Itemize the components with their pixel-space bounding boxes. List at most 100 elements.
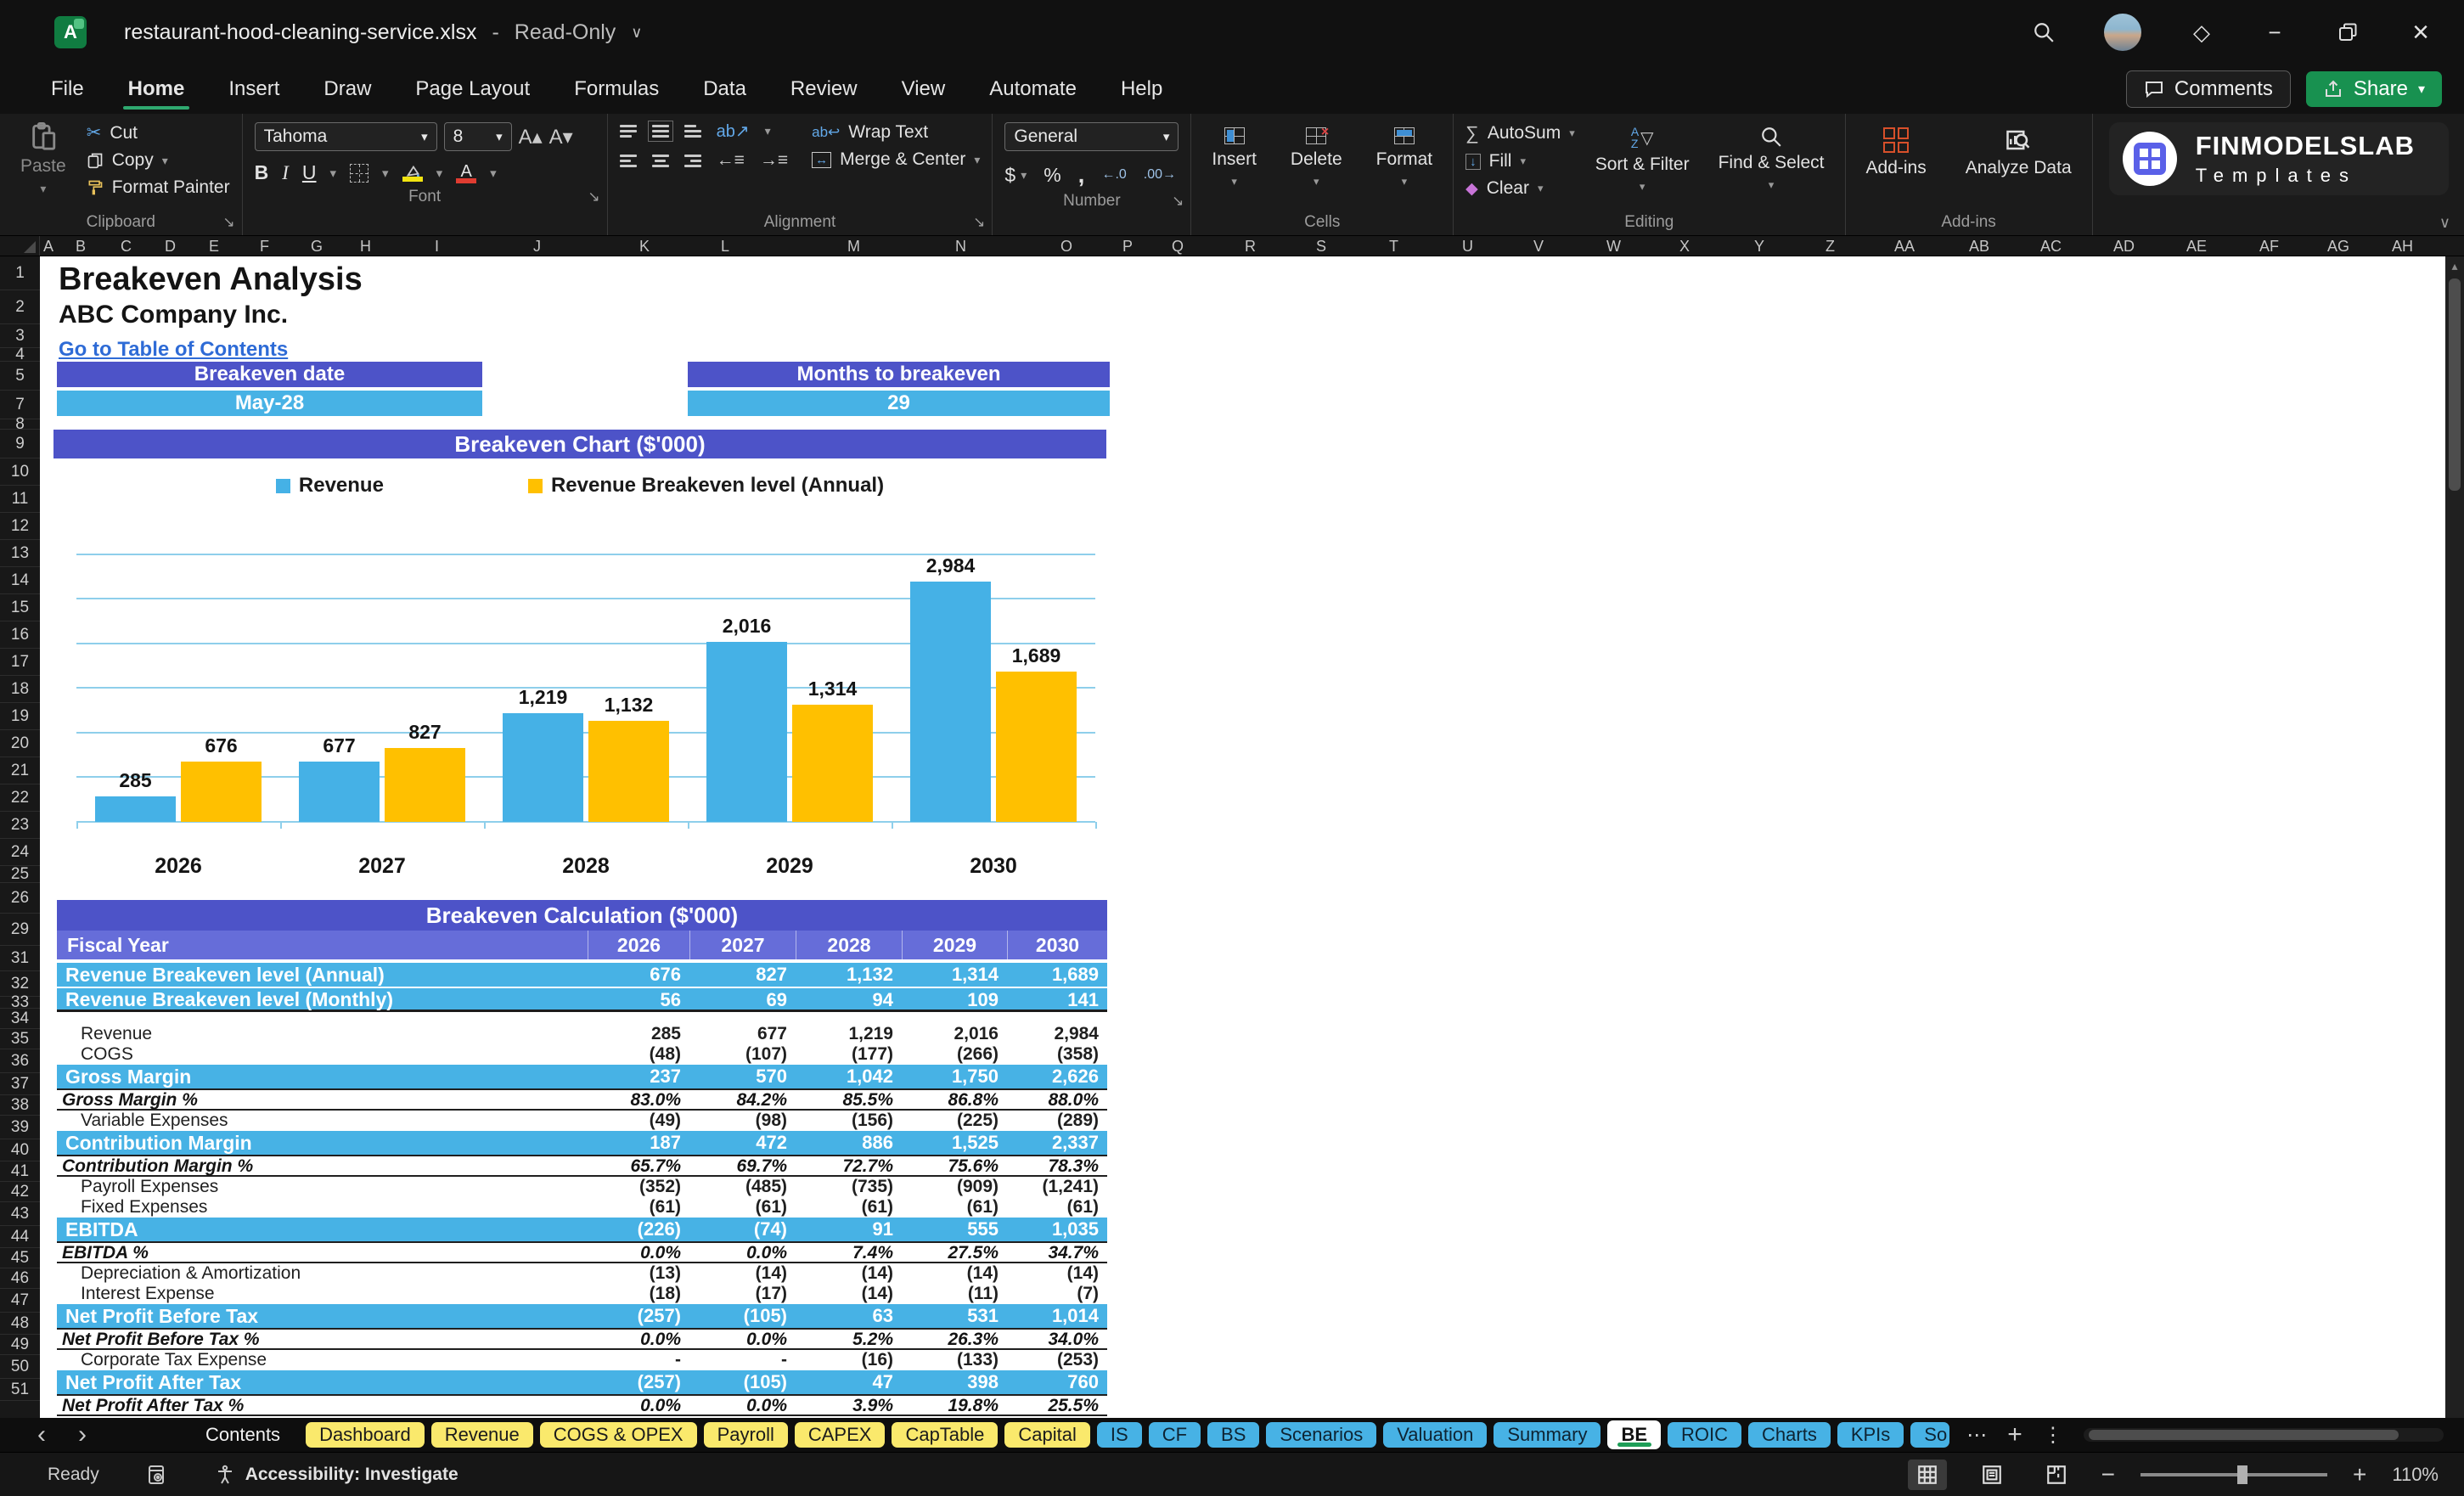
row-header-43[interactable]: 43: [0, 1202, 40, 1226]
column-header-AA[interactable]: AA: [1894, 236, 1915, 256]
row-header-19[interactable]: 19: [0, 703, 40, 730]
fill-color-button[interactable]: [402, 165, 423, 182]
row-header-18[interactable]: 18: [0, 676, 40, 703]
align-top-icon[interactable]: [620, 125, 637, 138]
column-header-A[interactable]: A: [43, 236, 53, 256]
share-button[interactable]: Share ▾: [2306, 71, 2442, 107]
merge-center-button[interactable]: ↔Merge & Center▾: [812, 149, 980, 170]
column-header-F[interactable]: F: [260, 236, 269, 256]
number-format-select[interactable]: General▾: [1004, 122, 1179, 151]
sheet-tab-charts[interactable]: Charts: [1748, 1422, 1831, 1448]
menu-tab-draw[interactable]: Draw: [322, 70, 373, 108]
row-header-51[interactable]: 51: [0, 1379, 40, 1401]
wrap-text-button[interactable]: ab↩Wrap Text: [812, 122, 980, 143]
read-only-label[interactable]: Read-Only: [515, 20, 616, 45]
more-sheets-icon[interactable]: ⋯: [1966, 1423, 1987, 1448]
paste-button[interactable]: Paste ▾: [12, 119, 75, 200]
percent-style-button[interactable]: %: [1044, 164, 1060, 187]
row-header-12[interactable]: 12: [0, 513, 40, 540]
menu-tab-formulas[interactable]: Formulas: [572, 70, 661, 108]
sheet-tab-dashboard[interactable]: Dashboard: [306, 1422, 425, 1448]
row-header-11[interactable]: 11: [0, 486, 40, 513]
number-dialog-launcher-icon[interactable]: ↘: [1172, 193, 1184, 210]
shrink-font-button[interactable]: A▾: [549, 125, 573, 149]
column-header-AE[interactable]: AE: [2186, 236, 2207, 256]
sheet-tab-so[interactable]: So: [1910, 1422, 1949, 1448]
user-avatar[interactable]: [2104, 14, 2141, 51]
row-header-46[interactable]: 46: [0, 1268, 40, 1289]
autosum-button[interactable]: ∑AutoSum▾: [1465, 122, 1575, 144]
vertical-scrollbar[interactable]: ▴: [2445, 256, 2464, 1418]
column-header-AH[interactable]: AH: [2392, 236, 2413, 256]
column-header-G[interactable]: G: [311, 236, 323, 256]
sheet-tab-summary[interactable]: Summary: [1494, 1422, 1600, 1448]
clear-button[interactable]: ◆Clear▾: [1465, 178, 1575, 199]
font-color-button[interactable]: A: [456, 163, 476, 183]
find-select-button[interactable]: Find & Select ▾: [1710, 119, 1833, 195]
row-header-38[interactable]: 38: [0, 1095, 40, 1116]
sheet-tab-roic[interactable]: ROIC: [1668, 1422, 1741, 1448]
page-break-view-button[interactable]: [2037, 1459, 2076, 1490]
column-header-K[interactable]: K: [639, 236, 650, 256]
align-middle-icon[interactable]: [652, 125, 669, 138]
menu-tab-insert[interactable]: Insert: [227, 70, 281, 108]
row-header-41[interactable]: 41: [0, 1161, 40, 1182]
align-right-icon[interactable]: [684, 155, 701, 167]
column-header-X[interactable]: X: [1679, 236, 1690, 256]
collapse-ribbon-icon[interactable]: ∨: [2439, 214, 2450, 232]
row-header-44[interactable]: 44: [0, 1226, 40, 1248]
column-header-AD[interactable]: AD: [2113, 236, 2135, 256]
row-header-26[interactable]: 26: [0, 883, 40, 914]
column-header-M[interactable]: M: [847, 236, 860, 256]
row-header-47[interactable]: 47: [0, 1289, 40, 1313]
row-header-10[interactable]: 10: [0, 458, 40, 486]
clipboard-dialog-launcher-icon[interactable]: ↘: [222, 214, 234, 231]
row-header-48[interactable]: 48: [0, 1313, 40, 1335]
column-header-Y[interactable]: Y: [1754, 236, 1764, 256]
sheet-tab-captable[interactable]: CapTable: [892, 1422, 998, 1448]
format-cells-button[interactable]: Format▾: [1368, 124, 1442, 192]
column-header-W[interactable]: W: [1606, 236, 1621, 256]
insert-cells-button[interactable]: Insert▾: [1203, 124, 1265, 192]
menu-tab-automate[interactable]: Automate: [987, 70, 1078, 108]
column-header-J[interactable]: J: [533, 236, 541, 256]
alignment-dialog-launcher-icon[interactable]: ↘: [973, 214, 985, 231]
column-header-R[interactable]: R: [1245, 236, 1256, 256]
font-dialog-launcher-icon[interactable]: ↘: [588, 188, 599, 205]
normal-view-button[interactable]: [1908, 1459, 1947, 1490]
column-header-O[interactable]: O: [1060, 236, 1072, 256]
sheet-tab-payroll[interactable]: Payroll: [704, 1422, 788, 1448]
row-header-35[interactable]: 35: [0, 1029, 40, 1049]
row-header-33[interactable]: 33: [0, 997, 40, 1009]
row-header-21[interactable]: 21: [0, 757, 40, 785]
column-header-U[interactable]: U: [1462, 236, 1473, 256]
row-header-9[interactable]: 9: [0, 430, 40, 458]
column-header-H[interactable]: H: [360, 236, 371, 256]
chevron-down-icon[interactable]: ∨: [631, 24, 642, 42]
zoom-level[interactable]: 110%: [2392, 1464, 2439, 1486]
row-header-31[interactable]: 31: [0, 946, 40, 971]
select-all-corner[interactable]: [0, 236, 40, 256]
macro-record-icon[interactable]: [147, 1465, 167, 1485]
sheet-tab-be[interactable]: BE: [1607, 1420, 1661, 1449]
cut-button[interactable]: ✂Cut: [87, 122, 230, 143]
menu-tab-data[interactable]: Data: [701, 70, 748, 108]
analyze-data-button[interactable]: Analyze Data: [1957, 124, 2080, 182]
row-header-2[interactable]: 2: [0, 290, 40, 324]
row-header-40[interactable]: 40: [0, 1139, 40, 1161]
menu-tab-help[interactable]: Help: [1119, 70, 1164, 108]
column-header-E[interactable]: E: [209, 236, 219, 256]
row-header-5[interactable]: 5: [0, 362, 40, 391]
search-icon[interactable]: [2031, 20, 2056, 45]
sheet-tab-cf[interactable]: CF: [1149, 1422, 1201, 1448]
grow-font-button[interactable]: A▴: [519, 125, 543, 149]
row-header-15[interactable]: 15: [0, 594, 40, 621]
row-header-17[interactable]: 17: [0, 649, 40, 676]
row-header-37[interactable]: 37: [0, 1073, 40, 1095]
row-header-25[interactable]: 25: [0, 866, 40, 883]
column-header-B[interactable]: B: [76, 236, 86, 256]
addins-button[interactable]: Add-ins: [1858, 124, 1935, 182]
underline-button[interactable]: U: [302, 161, 317, 184]
column-header-C[interactable]: C: [121, 236, 132, 256]
row-header-39[interactable]: 39: [0, 1116, 40, 1139]
